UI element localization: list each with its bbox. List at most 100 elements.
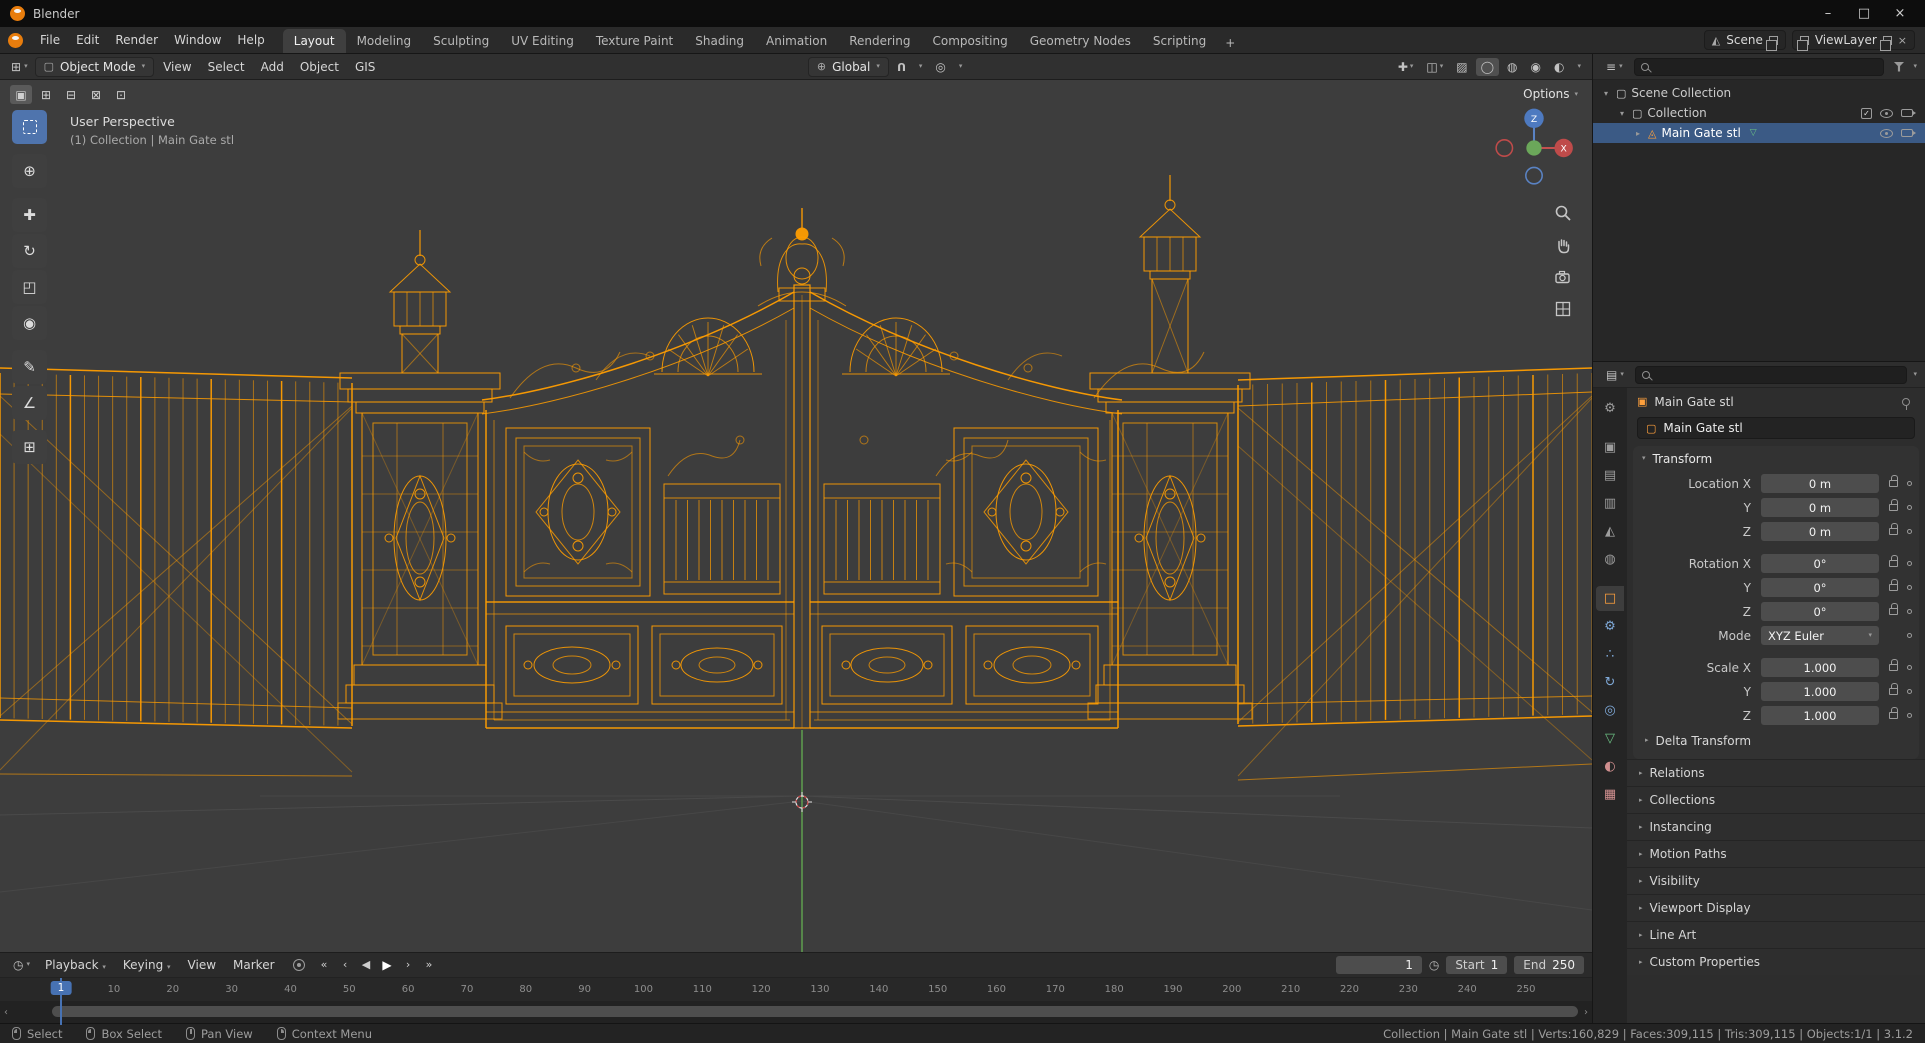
pin-icon[interactable] <box>1902 397 1910 410</box>
menu-tl-view[interactable]: View <box>181 955 223 975</box>
lock-icon[interactable] <box>1889 659 1898 671</box>
properties-search-input[interactable] <box>1634 365 1908 384</box>
gizmo-x-neg[interactable] <box>1495 139 1514 157</box>
tab-geometry-nodes[interactable]: Geometry Nodes <box>1019 29 1142 53</box>
section-motion-paths[interactable]: ▸ Motion Paths <box>1627 840 1925 867</box>
add-workspace-button[interactable]: + <box>1217 33 1243 53</box>
scroll-right-icon[interactable]: › <box>1584 1001 1588 1023</box>
rotation-mode-dropdown[interactable]: XYZ Euler ▾ <box>1761 626 1879 645</box>
measure-tool-button[interactable]: ∠ <box>12 386 47 420</box>
object-tab[interactable]: □ <box>1596 586 1624 611</box>
viewlayer-selector[interactable]: ViewLayer × <box>1791 30 1915 51</box>
new-viewlayer-icon[interactable] <box>1879 35 1892 51</box>
lock-icon[interactable] <box>1889 475 1898 487</box>
hide-in-viewport-icon[interactable] <box>1880 108 1893 118</box>
location-x-field[interactable]: 0 m <box>1761 474 1879 493</box>
tool-tab[interactable]: ⚙ <box>1596 396 1624 421</box>
close-button[interactable]: × <box>1885 3 1915 24</box>
show-overlays-button[interactable]: ◫ ▾ <box>1421 58 1448 76</box>
shading-rendered-button[interactable]: ◐ <box>1549 58 1569 76</box>
add-cube-tool-button[interactable]: ⊞ <box>12 430 47 464</box>
outliner-item-collection[interactable]: ▾ ▢ Collection ✓ <box>1593 103 1925 123</box>
menu-select[interactable]: Select <box>201 57 252 77</box>
timeline-ruler[interactable]: 1 10 20 30 40 50 60 70 80 90 100 110 120 130 140 150 16… <box>0 976 1592 1025</box>
scene-selector[interactable]: ◭ Scene <box>1703 30 1786 51</box>
world-tab[interactable]: ◍ <box>1596 547 1624 572</box>
menu-playback[interactable]: Playback ▾ <box>38 955 113 975</box>
proportional-dropdown[interactable]: ▾ <box>954 61 968 72</box>
filter-icon[interactable] <box>1893 61 1905 72</box>
constraints-tab[interactable]: ◎ <box>1596 698 1624 723</box>
outliner-editor-type-button[interactable]: ≡ ▾ <box>1601 58 1628 76</box>
rotate-tool-button[interactable]: ↻ <box>12 234 47 268</box>
collapse-icon[interactable]: ▾ <box>1601 89 1611 98</box>
toggle-ortho-icon[interactable] <box>1552 298 1574 320</box>
location-z-field[interactable]: 0 m <box>1761 522 1879 541</box>
animate-dot[interactable] <box>1907 561 1912 566</box>
collapse-icon[interactable]: ▾ <box>1617 109 1627 118</box>
remove-viewlayer-icon[interactable]: × <box>1898 34 1907 47</box>
new-scene-icon[interactable] <box>1765 35 1778 51</box>
lock-icon[interactable] <box>1889 683 1898 695</box>
tab-rendering[interactable]: Rendering <box>838 29 921 53</box>
transform-tool-button[interactable]: ◉ <box>12 306 47 340</box>
view-layer-tab[interactable]: ▥ <box>1596 491 1624 516</box>
timeline-scrollbar[interactable]: ‹ › <box>0 1001 1592 1023</box>
menu-view[interactable]: View <box>156 57 198 77</box>
editor-type-button[interactable]: ⊞ ▾ <box>6 58 33 76</box>
frame-start-field[interactable]: Start 1 <box>1446 955 1508 974</box>
select-extend-mode-icon[interactable]: ⊞ <box>35 85 57 104</box>
menu-keying[interactable]: Keying ▾ <box>116 955 178 975</box>
scale-x-field[interactable]: 1.000 <box>1761 658 1879 677</box>
shading-wireframe-button[interactable]: ◯ <box>1475 57 1500 76</box>
menu-gis[interactable]: GIS <box>348 57 382 77</box>
tab-texture-paint[interactable]: Texture Paint <box>585 29 684 53</box>
transform-panel-header[interactable]: ▾ Transform <box>1633 446 1919 471</box>
select-invert-mode-icon[interactable]: ⊠ <box>85 85 107 104</box>
menu-help[interactable]: Help <box>229 30 272 50</box>
blender-menu-icon[interactable] <box>6 32 32 48</box>
particles-tab[interactable]: ∴ <box>1596 642 1624 667</box>
timeline-editor-type-button[interactable]: ◷ ▾ <box>8 956 35 974</box>
animate-dot[interactable] <box>1907 529 1912 534</box>
camera-view-icon[interactable] <box>1552 266 1574 288</box>
annotate-tool-button[interactable]: ✎ <box>12 350 47 384</box>
play-reverse-button[interactable]: ◀ <box>357 956 376 974</box>
animate-dot[interactable] <box>1907 481 1912 486</box>
jump-to-start-button[interactable]: « <box>315 956 334 974</box>
mode-dropdown[interactable]: ▢ Object Mode ▾ <box>34 56 155 77</box>
animate-dot[interactable] <box>1907 665 1912 670</box>
section-custom-properties[interactable]: ▸ Custom Properties <box>1627 948 1925 975</box>
render-tab[interactable]: ▣ <box>1596 435 1624 460</box>
expand-icon[interactable]: ▸ <box>1633 129 1643 138</box>
rotation-x-field[interactable]: 0° <box>1761 554 1879 573</box>
rotation-z-field[interactable]: 0° <box>1761 602 1879 621</box>
animate-dot[interactable] <box>1907 505 1912 510</box>
pan-hand-icon[interactable] <box>1552 234 1574 256</box>
animate-dot[interactable] <box>1907 633 1912 638</box>
shading-material-button[interactable]: ◉ <box>1526 58 1546 76</box>
tab-compositing[interactable]: Compositing <box>921 29 1018 53</box>
rotation-y-field[interactable]: 0° <box>1761 578 1879 597</box>
frame-end-field[interactable]: End 250 <box>1514 955 1584 974</box>
snapping-magnet-icon[interactable]: U <box>892 58 911 75</box>
scene-tab[interactable]: ◭ <box>1596 519 1624 544</box>
lock-icon[interactable] <box>1889 499 1898 511</box>
properties-options-dropdown[interactable]: ▾ <box>1913 371 1917 378</box>
menu-window[interactable]: Window <box>166 30 229 50</box>
disable-in-renders-icon[interactable] <box>1901 129 1916 137</box>
menu-add[interactable]: Add <box>254 57 291 77</box>
menu-marker[interactable]: Marker <box>226 955 281 975</box>
disable-in-renders-icon[interactable] <box>1901 109 1916 117</box>
maximize-button[interactable]: □ <box>1849 3 1879 24</box>
shading-solid-button[interactable]: ◍ <box>1502 58 1522 76</box>
minimize-button[interactable]: – <box>1813 3 1843 24</box>
object-data-tab[interactable]: ▽ <box>1596 726 1624 751</box>
outliner-item-scene-collection[interactable]: ▾ ▢ Scene Collection <box>1593 83 1925 103</box>
shading-dropdown[interactable]: ▾ <box>1572 61 1586 72</box>
orientation-dropdown[interactable]: ⊕ Global ▾ <box>807 56 889 77</box>
proportional-editing-icon[interactable]: ◎ <box>930 58 950 76</box>
tab-animation[interactable]: Animation <box>755 29 838 53</box>
section-collections[interactable]: ▸ Collections <box>1627 786 1925 813</box>
menu-edit[interactable]: Edit <box>68 30 107 50</box>
